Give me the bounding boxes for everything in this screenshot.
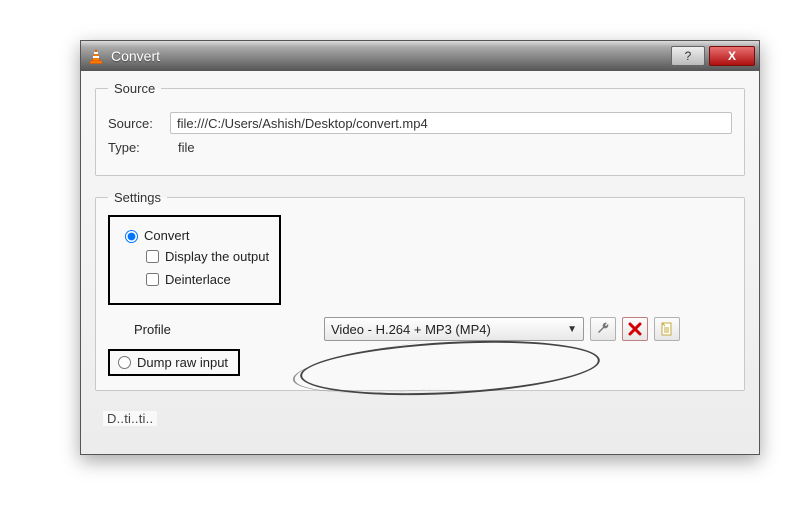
new-profile-icon (659, 321, 675, 337)
new-profile-button[interactable] (654, 317, 680, 341)
convert-radio[interactable] (125, 230, 138, 243)
settings-legend: Settings (108, 190, 167, 205)
titlebar[interactable]: Convert ? X (81, 41, 759, 71)
source-group: Source Source: file:///C:/Users/Ashish/D… (95, 81, 745, 176)
dump-highlight-annotation: Dump raw input (108, 349, 240, 376)
edit-profile-button[interactable] (590, 317, 616, 341)
deinterlace-checkbox[interactable] (146, 273, 159, 286)
profile-select[interactable]: Video - H.264 + MP3 (MP4) ▼ (324, 317, 584, 341)
destination-legend-partial: D..ti..ti.. (95, 405, 745, 420)
source-field[interactable]: file:///C:/Users/Ashish/Desktop/convert.… (170, 112, 732, 134)
wrench-icon (595, 321, 611, 337)
dialog-body: Source Source: file:///C:/Users/Ashish/D… (81, 71, 759, 454)
source-label: Source: (108, 116, 170, 131)
delete-x-icon (627, 321, 643, 337)
profile-label: Profile (134, 322, 234, 337)
type-label: Type: (108, 140, 170, 155)
deinterlace-label: Deinterlace (165, 272, 231, 287)
settings-group: Settings Convert Display the output Dein… (95, 190, 745, 391)
close-button[interactable]: X (709, 46, 755, 66)
bottom-fade (0, 495, 800, 517)
type-value: file (170, 140, 195, 155)
convert-dialog: Convert ? X Source Source: file:///C:/Us… (80, 40, 760, 455)
dump-raw-input-radio[interactable] (118, 356, 131, 369)
display-output-label: Display the output (165, 249, 269, 264)
delete-profile-button[interactable] (622, 317, 648, 341)
chevron-down-icon: ▼ (567, 324, 577, 335)
vlc-cone-icon (87, 47, 105, 65)
dump-raw-input-label: Dump raw input (137, 355, 228, 370)
source-legend: Source (108, 81, 161, 96)
display-output-checkbox[interactable] (146, 250, 159, 263)
profile-row: Profile Video - H.264 + MP3 (MP4) ▼ (112, 317, 732, 341)
convert-highlight-annotation: Convert Display the output Deinterlace (108, 215, 281, 305)
profile-select-value: Video - H.264 + MP3 (MP4) (331, 322, 491, 337)
convert-radio-label: Convert (144, 228, 190, 243)
window-title: Convert (111, 48, 667, 64)
help-button[interactable]: ? (671, 46, 705, 66)
